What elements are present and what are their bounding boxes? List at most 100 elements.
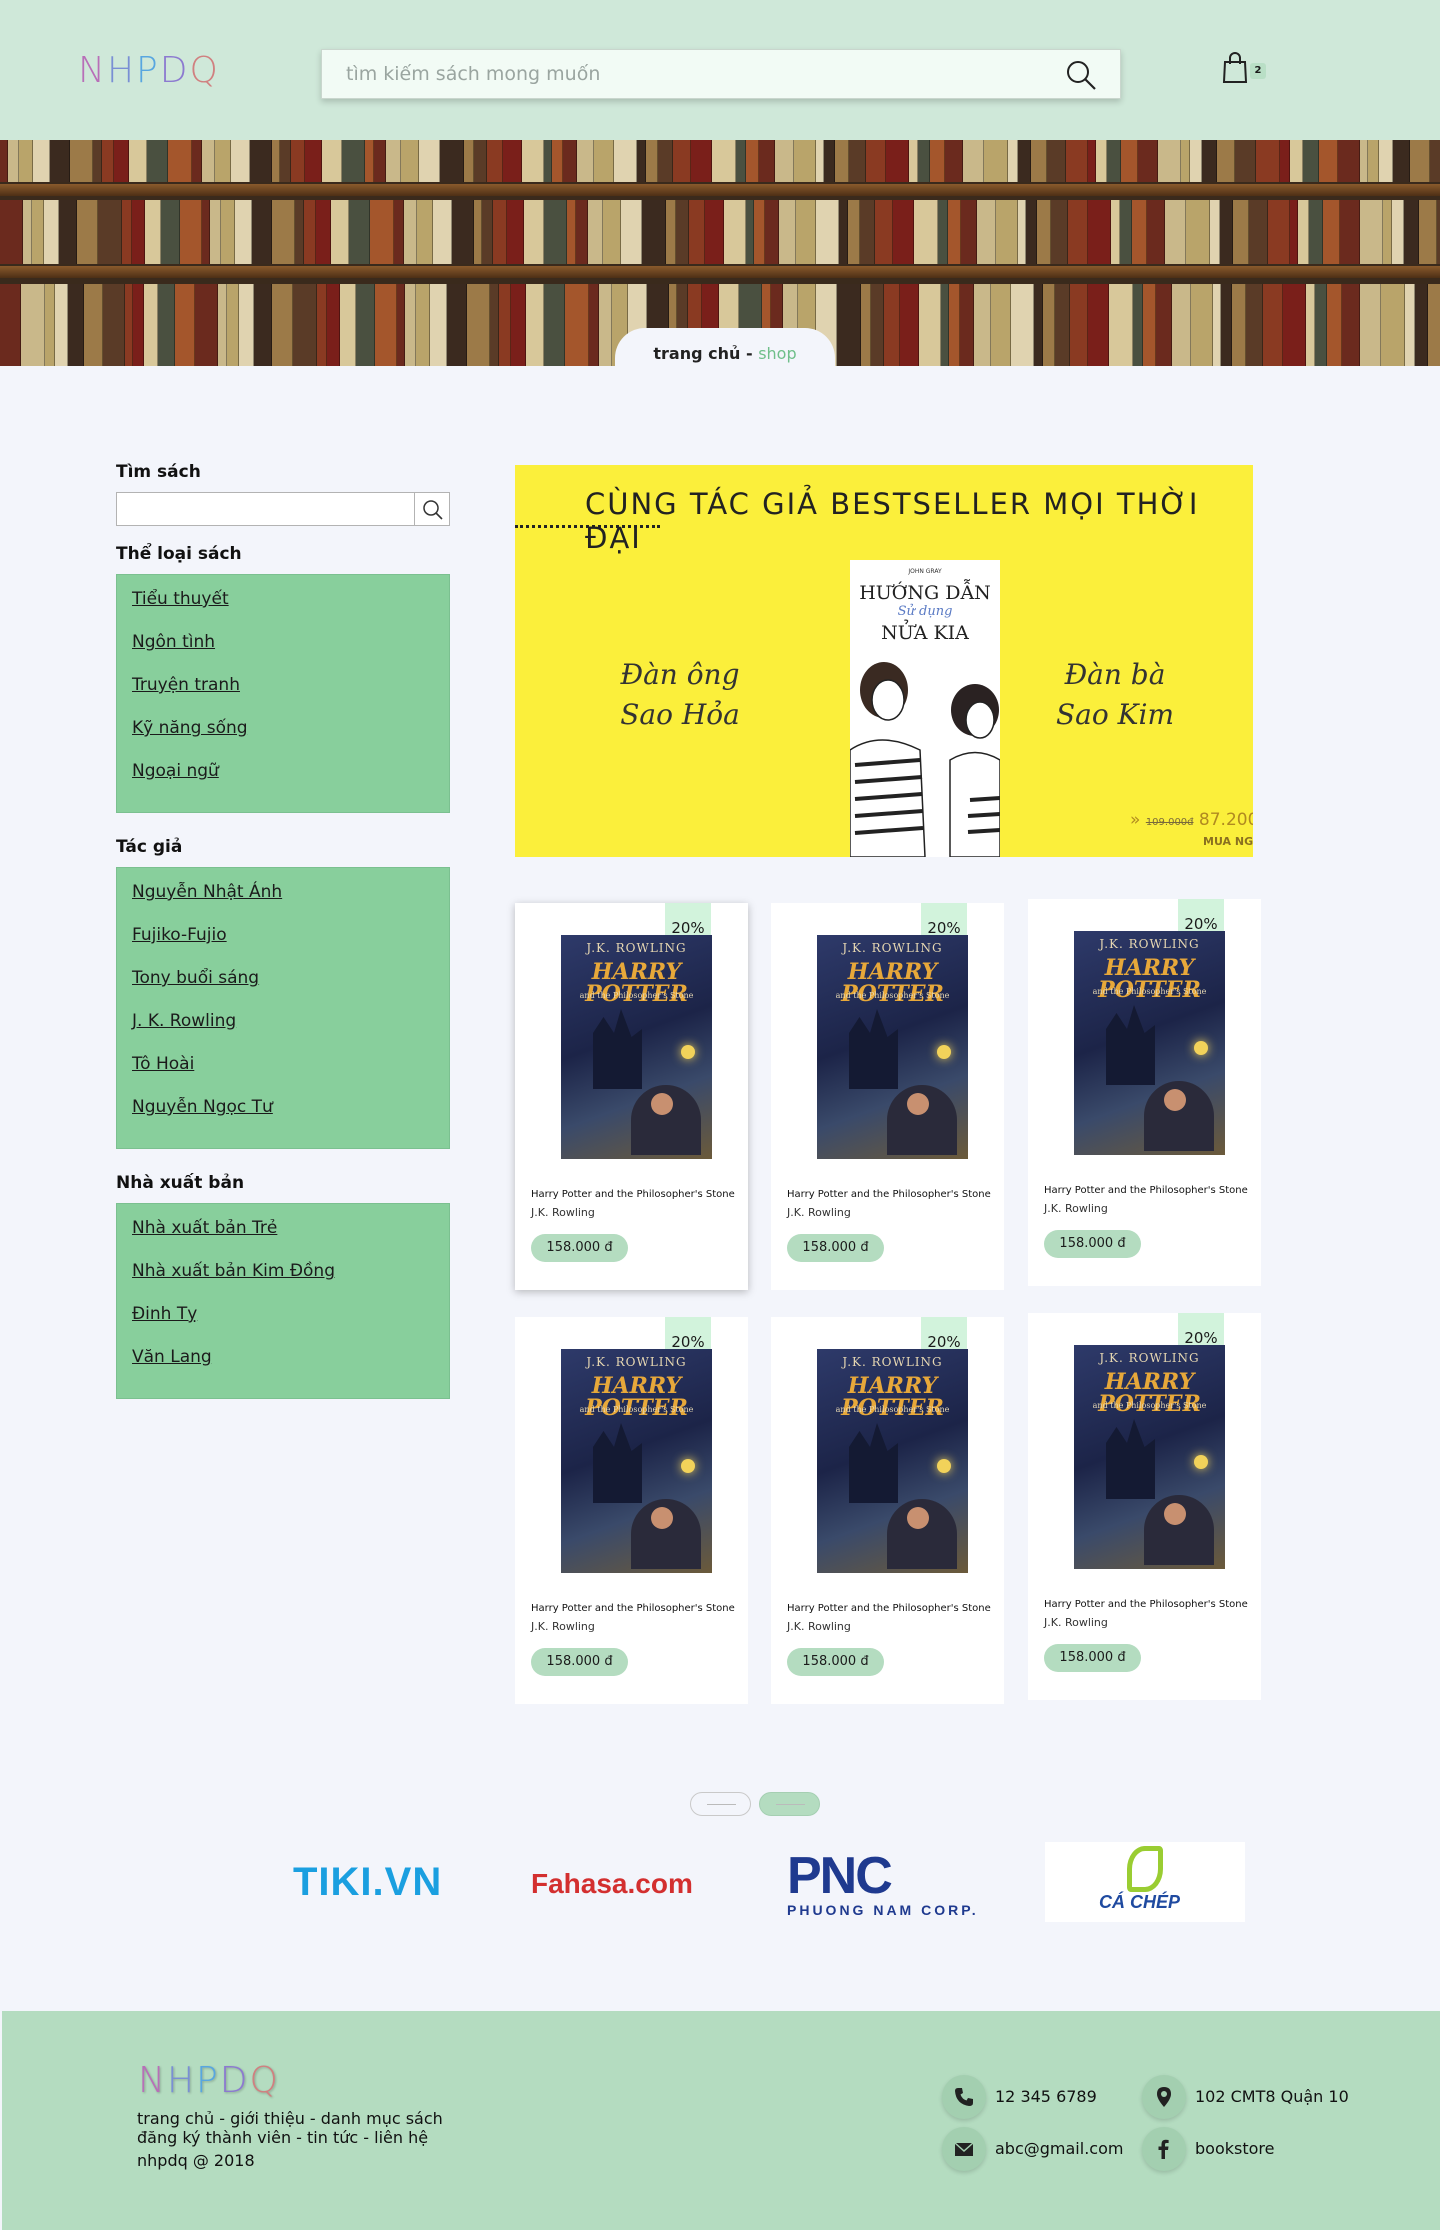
book-spine [374, 140, 386, 182]
header-search-input[interactable] [322, 50, 1062, 98]
search-icon[interactable] [1064, 58, 1098, 92]
category-link[interactable]: Kỹ năng sống [132, 718, 434, 761]
book-spine [440, 140, 464, 182]
facebook-icon [1158, 2139, 1169, 2159]
cover-author: J.K. ROWLING [586, 941, 687, 955]
partner-name: Fahasa.com [531, 1868, 693, 1899]
product-title[interactable]: Harry Potter and the Philosopher's Stone [787, 1189, 1007, 1200]
author-link[interactable]: J. K. Rowling [132, 1011, 434, 1054]
logo-letter: H [166, 2060, 197, 2101]
book-cover-image[interactable]: J.K. ROWLING HARRY POTTER and the Philosop… [817, 1349, 968, 1573]
book-spine [779, 200, 796, 264]
breadcrumb-home-link[interactable]: trang chủ - [653, 344, 758, 363]
book-spine [32, 200, 44, 264]
book-spine [594, 140, 614, 182]
banner-buy-label: MUA NGAY [1203, 835, 1253, 848]
product-title[interactable]: Harry Potter and the Philosopher's Stone [787, 1603, 1007, 1614]
book-spine [452, 200, 474, 264]
book-spine [254, 284, 272, 366]
sidebar-search-button[interactable] [414, 492, 450, 526]
partner-logo-pnc[interactable]: PNC PHUONG NAM CORP. [783, 1842, 993, 1922]
partner-logo-cachep[interactable]: CÁ CHÉP [1045, 1842, 1245, 1922]
book-spine [280, 140, 291, 182]
book-spine [327, 284, 340, 366]
book-spine [122, 200, 132, 264]
book-spine [526, 284, 544, 366]
cover-lantern [681, 1045, 695, 1059]
book-cover-image[interactable]: J.K. ROWLING HARRY POTTER and the Philosop… [817, 935, 968, 1159]
book-spine [84, 284, 103, 366]
book-spine [991, 284, 1011, 366]
book-spine [293, 284, 317, 366]
product-title[interactable]: Harry Potter and the Philosopher's Stone [1044, 1599, 1264, 1610]
book-spine [305, 140, 322, 182]
product-title[interactable]: Harry Potter and the Philosopher's Stone [531, 1603, 751, 1614]
partner-logo-fahasa[interactable]: Fahasa.com [525, 1842, 725, 1922]
site-footer: NHPDQ trang chủ - giới thiệu - danh mục … [2, 2011, 1440, 2230]
sidebar-search-input[interactable] [116, 492, 415, 526]
book-spine [482, 200, 493, 264]
product-card[interactable]: 20% J.K. ROWLING HARRY POTTER and the Philo… [771, 903, 1004, 1290]
footer-copyright: nhpdq @ 2018 [137, 2151, 255, 2170]
book-spine [1309, 200, 1323, 264]
book-spine [588, 200, 603, 264]
publisher-link[interactable]: Văn Lang [132, 1347, 434, 1390]
product-card[interactable]: 20% J.K. ROWLING HARRY POTTER and the Philo… [515, 1317, 748, 1704]
book-spine [1047, 140, 1066, 182]
book-spine [871, 284, 884, 366]
promo-banner[interactable]: CÙNG TÁC GIẢ BESTSELLER MỌI THỜI ĐẠI Đàn… [515, 465, 1253, 857]
author-link[interactable]: Fujiko-Fujio [132, 925, 434, 968]
authors-list: Nguyễn Nhật Ánh Fujiko-Fujio Tony buổi s… [116, 867, 450, 1149]
book-spine [1121, 140, 1138, 182]
category-link[interactable]: Truyện tranh [132, 675, 434, 718]
book-spine [996, 200, 1018, 264]
footer-nav-links[interactable]: đăng ký thành viên - tin tức - liên hệ [137, 2128, 428, 2147]
book-spine [1156, 284, 1172, 366]
book-spine [1008, 140, 1018, 182]
book-spine [1026, 200, 1037, 264]
site-logo[interactable]: NHPDQ [78, 50, 220, 91]
breadcrumb-current[interactable]: shop [758, 344, 796, 363]
category-link[interactable]: Tiểu thuyết [132, 589, 434, 632]
publisher-link[interactable]: Đinh Tỵ [132, 1304, 434, 1347]
cart-button[interactable]: 2 [1222, 52, 1270, 88]
book-spine [114, 140, 129, 182]
categories-title: Thể loại sách [116, 544, 242, 564]
book-spine [1220, 200, 1233, 264]
product-title[interactable]: Harry Potter and the Philosopher's Stone [531, 1189, 751, 1200]
product-card[interactable]: 20% J.K. ROWLING HARRY POTTER and the Philo… [1028, 1313, 1261, 1700]
footer-nav-links[interactable]: trang chủ - giới thiệu - danh mục sách [137, 2109, 443, 2128]
book-cover-image[interactable]: J.K. ROWLING HARRY POTTER and the Philosop… [561, 935, 712, 1159]
product-card[interactable]: 20% J.K. ROWLING HARRY POTTER and the Philo… [1028, 899, 1261, 1286]
author-link[interactable]: Nguyễn Ngọc Tư [132, 1097, 434, 1140]
book-cover-image[interactable]: J.K. ROWLING HARRY POTTER and the Philosop… [561, 1349, 712, 1573]
publisher-link[interactable]: Nhà xuất bản Trẻ [132, 1218, 434, 1261]
product-card[interactable]: 20% J.K. ROWLING HARRY POTTER and the Philo… [771, 1317, 1004, 1704]
author-link[interactable]: Tô Hoài [132, 1054, 434, 1097]
product-title[interactable]: Harry Potter and the Philosopher's Stone [1044, 1185, 1264, 1196]
author-link[interactable]: Nguyễn Nhật Ánh [132, 882, 434, 925]
page-2-button[interactable] [759, 1792, 820, 1816]
logo-letter: D [219, 2060, 250, 2101]
category-link[interactable]: Ngoại ngữ [132, 761, 434, 804]
page-1-button[interactable] [690, 1792, 751, 1816]
footer-logo[interactable]: NHPDQ [138, 2060, 280, 2101]
book-spine [945, 140, 963, 182]
book-cover-image[interactable]: J.K. ROWLING HARRY POTTER and the Philosop… [1074, 1345, 1225, 1569]
book-spine [349, 200, 370, 264]
book-spine [1070, 284, 1088, 366]
logo-letter: H [106, 50, 137, 91]
shelf-plank [0, 184, 1440, 196]
book-spine [1268, 200, 1290, 264]
category-link[interactable]: Ngôn tình [132, 632, 434, 675]
partner-logo-tiki[interactable]: TIKI.VN [285, 1842, 445, 1922]
book-spine [59, 200, 77, 264]
author-link[interactable]: Tony buổi sáng [132, 968, 434, 1011]
partner-name: PNC [787, 1847, 893, 1905]
book-spine [1303, 140, 1319, 182]
book-spine [1165, 200, 1186, 264]
product-card[interactable]: 20% J.K. ROWLING HARRY POTTER and the Philo… [515, 903, 748, 1290]
book-spine [1034, 284, 1043, 366]
publisher-link[interactable]: Nhà xuất bản Kim Đồng [132, 1261, 434, 1304]
book-cover-image[interactable]: J.K. ROWLING HARRY POTTER and the Philosop… [1074, 931, 1225, 1155]
